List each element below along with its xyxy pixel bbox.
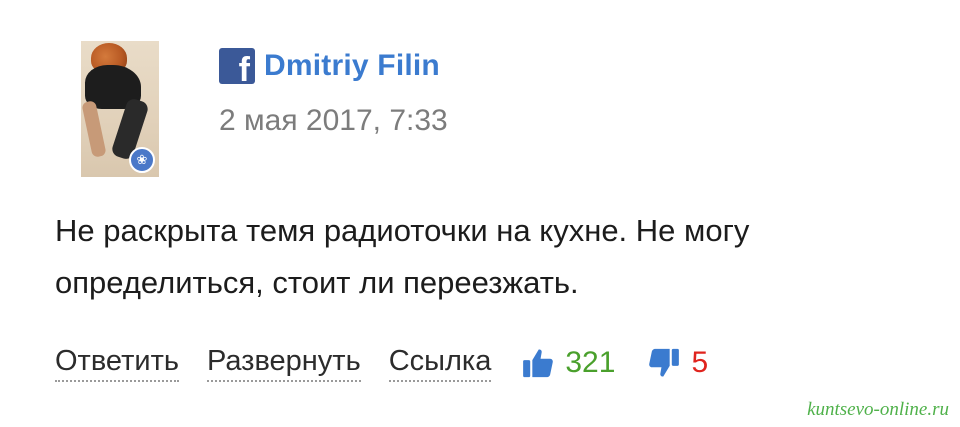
author-header: f Dmitriy Filin <box>219 47 440 88</box>
author-name[interactable]: Dmitriy Filin <box>264 49 440 83</box>
comment-date: 2 мая 2017, 7:33 <box>219 104 448 137</box>
permalink-link[interactable]: Ссылка <box>388 345 492 382</box>
dislike-button[interactable]: 5 <box>647 346 708 380</box>
ribbon-icon: ❀ <box>129 147 155 173</box>
thumbs-up-icon <box>523 349 554 378</box>
like-button[interactable]: 321 <box>521 346 615 380</box>
comment-text: Не раскрыта темя радиоточки на кухне. Не… <box>55 213 750 300</box>
facebook-icon: f <box>219 48 255 88</box>
likes-count: 321 <box>565 346 616 379</box>
comment-actions: Ответить Развернуть Ссылка 321 5 <box>55 340 708 386</box>
avatar[interactable]: ❀ <box>81 41 159 177</box>
thumbs-down-icon <box>649 348 680 377</box>
reply-link[interactable]: Ответить <box>55 345 179 382</box>
comment-card: ❀ f Dmitriy Filin 2 мая 2017, 7:33 Не ра… <box>0 0 960 427</box>
dislikes-count: 5 <box>691 346 709 379</box>
expand-link[interactable]: Развернуть <box>206 345 361 382</box>
watermark: kuntsevo-online.ru <box>807 399 949 420</box>
